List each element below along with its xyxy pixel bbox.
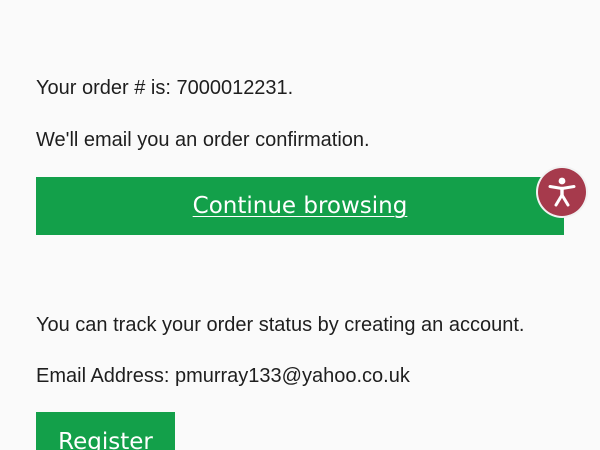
- track-order-text: You can track your order status by creat…: [36, 314, 525, 336]
- order-number-text: Your order # is: 7000012231.: [36, 77, 294, 99]
- accessibility-person-icon: [548, 177, 576, 207]
- register-button[interactable]: Register: [36, 412, 175, 450]
- email-address-text: Email Address: pmurray133@yahoo.co.uk: [36, 365, 410, 387]
- accessibility-button[interactable]: [538, 168, 586, 216]
- continue-browsing-button[interactable]: Continue browsing: [36, 177, 564, 235]
- confirmation-email-notice: We'll email you an order confirmation.: [36, 129, 370, 151]
- order-confirmation-page: Your order # is: 7000012231. We'll email…: [0, 0, 600, 450]
